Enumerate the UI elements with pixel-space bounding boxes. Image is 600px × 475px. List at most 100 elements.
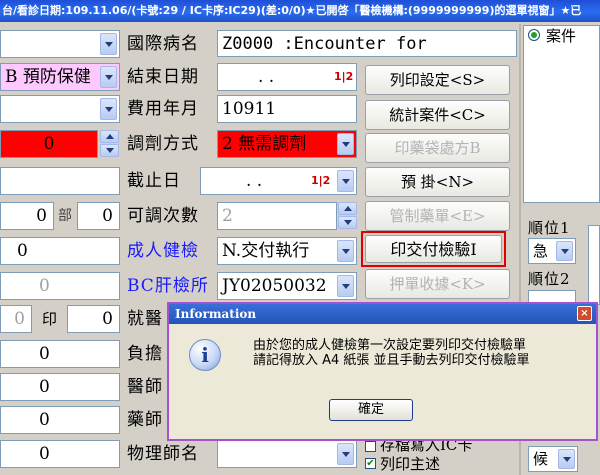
left-value-10[interactable]: 0	[0, 340, 120, 368]
left-value-12[interactable]: 0	[0, 406, 120, 434]
dispense-method-combo[interactable]: 2 無需調劑	[217, 130, 357, 158]
left-value-7[interactable]: 0	[0, 237, 120, 265]
chevron-down-icon[interactable]	[100, 66, 117, 88]
case-panel[interactable]: 案件	[523, 25, 600, 203]
unit-label: 部	[58, 208, 73, 224]
left-count-2-value: 0	[102, 206, 113, 226]
adjust-count-field[interactable]: 2	[217, 202, 337, 230]
dialog-message-line-1: 由於您的成人健檢第一次設定要列印交付檢驗單	[253, 338, 527, 353]
left-count-2[interactable]: 0	[77, 202, 120, 230]
left-value-11[interactable]: 0	[0, 373, 120, 401]
label-diagnosis: 國際病名	[127, 34, 199, 54]
case-radio[interactable]	[528, 29, 540, 41]
ok-button[interactable]: 確定	[329, 399, 413, 421]
left-value-11-text: 0	[39, 377, 50, 397]
close-icon[interactable]: ×	[577, 306, 592, 321]
print-label: 印	[42, 310, 59, 328]
left-count-1-value: 0	[36, 206, 47, 226]
print-summary-label: 列印主述	[380, 455, 441, 473]
quantity-stepper[interactable]	[100, 130, 119, 158]
left-value-9a[interactable]: 0	[0, 305, 32, 333]
label-adjust-count: 可調次數	[127, 206, 199, 226]
print-setting-button[interactable]: 列印設定<S>	[365, 65, 510, 95]
left-value-13[interactable]: 0	[0, 440, 120, 468]
left-value-9b-text: 0	[102, 309, 113, 329]
chevron-down-icon[interactable]	[100, 98, 117, 120]
dialog-message-line-2: 請記得放入 A4 紙張 並且手動去列印交付檢驗單	[253, 353, 530, 368]
stepper-down-icon[interactable]	[338, 216, 357, 229]
left-combo-3[interactable]	[0, 95, 120, 123]
end-date-field[interactable]: . . 1|2	[217, 63, 357, 91]
information-dialog[interactable]: Information × i 由於您的成人健檢第一次設定要列印交付檢驗單 請記…	[167, 302, 598, 441]
adult-check-value: N.交付執行	[222, 241, 310, 261]
label-bc-liver: BC肝檢所	[127, 276, 209, 296]
deadline-field[interactable]: . . 1|2	[200, 167, 357, 195]
label-visit: 就醫	[127, 309, 163, 329]
label-pharmacist: 藥師	[127, 410, 163, 430]
adjust-count-value: 2	[222, 206, 233, 226]
physio-combo[interactable]	[217, 440, 357, 468]
left-text-field-5[interactable]	[0, 167, 120, 195]
rank1-combo[interactable]: 急	[528, 238, 576, 264]
print-checklist-button[interactable]: 印交付檢驗I	[365, 235, 502, 263]
chevron-down-icon[interactable]	[337, 240, 354, 262]
adult-check-combo[interactable]: N.交付執行	[217, 237, 357, 265]
print-summary-checkbox[interactable]: ✔	[365, 458, 376, 469]
label-adult-check: 成人健檢	[127, 241, 199, 261]
bc-liver-combo[interactable]: JY02050032	[217, 272, 357, 300]
rank-list[interactable]	[588, 225, 600, 305]
chevron-down-icon[interactable]	[337, 133, 354, 155]
dialog-title: Information	[169, 304, 596, 324]
chevron-down-icon[interactable]	[558, 449, 575, 469]
stepper-up-icon[interactable]	[100, 130, 119, 143]
deadline-value: . .	[246, 171, 263, 191]
label-physio: 物理師名	[127, 444, 199, 464]
stepper-down-icon[interactable]	[100, 144, 119, 157]
label-fee-month: 費用年月	[127, 99, 199, 119]
diagnosis-field[interactable]: Z0000 :Encounter for	[217, 30, 517, 57]
left-value-7-text: 0	[17, 241, 28, 261]
red-quantity-field[interactable]: 0	[0, 130, 98, 158]
chevron-down-icon[interactable]	[337, 275, 354, 297]
case-label: 案件	[546, 27, 577, 45]
stats-case-button[interactable]: 統計案件<C>	[365, 100, 510, 130]
adjust-count-stepper[interactable]	[338, 202, 357, 230]
label-burden: 負擔	[127, 344, 163, 364]
save-ic-checkbox[interactable]	[365, 441, 376, 452]
fee-month-value: 10911	[222, 99, 277, 119]
chevron-down-icon[interactable]	[337, 170, 354, 192]
left-value-12-text: 0	[39, 410, 50, 430]
left-value-13-text: 0	[39, 444, 50, 464]
calendar-icon[interactable]: 1|2	[334, 70, 353, 83]
preventive-care-combo[interactable]: B 預防保健	[0, 63, 120, 91]
chevron-down-icon[interactable]	[100, 33, 117, 55]
label-deadline: 截止日	[127, 171, 181, 191]
chevron-down-icon[interactable]	[556, 241, 573, 261]
red-quantity-value: 0	[43, 134, 55, 154]
left-value-8[interactable]: 0	[0, 272, 120, 300]
left-count-1[interactable]: 0	[0, 202, 54, 230]
info-icon: i	[189, 339, 221, 371]
dispense-method-value: 2 無需調劑	[222, 134, 307, 154]
chevron-down-icon[interactable]	[337, 443, 354, 465]
left-value-9a-text: 0	[14, 309, 25, 329]
rank-bottom-combo[interactable]: 候	[528, 446, 578, 472]
deposit-receipt-button[interactable]: 押單收據<K>	[365, 269, 510, 299]
label-end-date: 結束日期	[127, 67, 199, 87]
diagnosis-value: Z0000 :Encounter for	[222, 34, 427, 54]
window-title-bar: 台/看診日期:109.11.06/(卡號:29 / IC卡序:IC29)(差:0…	[0, 0, 600, 22]
left-combo-1[interactable]	[0, 30, 120, 58]
label-doctor: 醫師	[127, 377, 163, 397]
left-value-8-text: 0	[39, 276, 50, 296]
bag-print-button[interactable]: 印藥袋處方B	[365, 133, 510, 163]
left-value-9b[interactable]: 0	[67, 305, 120, 333]
control-drug-button[interactable]: 管制藥單<E>	[365, 201, 510, 231]
calendar-icon[interactable]: 1|2	[311, 174, 330, 187]
bc-liver-value: JY02050032	[222, 276, 327, 296]
dialog-message: 由於您的成人健檢第一次設定要列印交付檢驗單 請記得放入 A4 紙張 並且手動去列…	[253, 338, 530, 368]
reserve-button[interactable]: 預 掛<N>	[365, 167, 510, 197]
stepper-up-icon[interactable]	[338, 202, 357, 215]
fee-month-field[interactable]: 10911	[217, 95, 357, 123]
rank2-label: 順位2	[528, 270, 571, 288]
left-value-10-text: 0	[39, 344, 50, 364]
